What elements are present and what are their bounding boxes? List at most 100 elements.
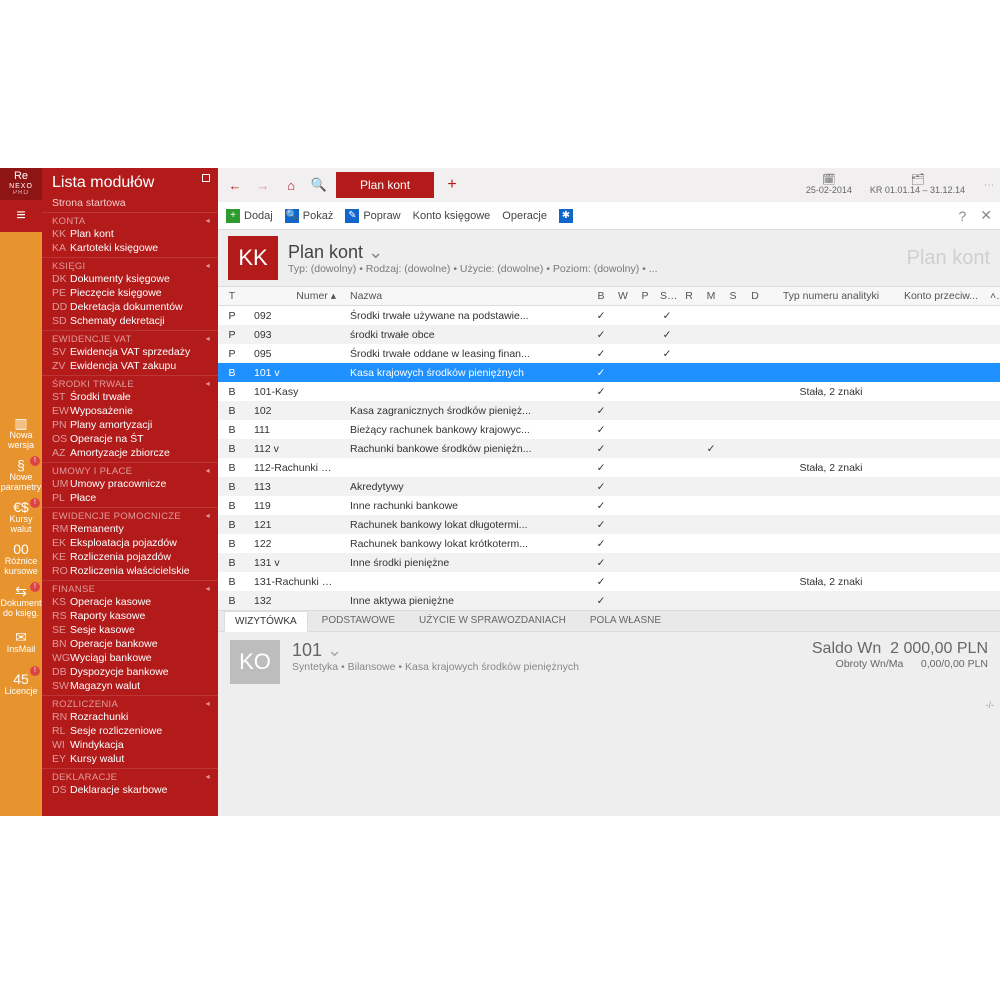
sidebar-item[interactable]: EWWyposażenie	[42, 404, 218, 418]
detail-tab[interactable]: UŻYCIE W SPRAWOZDANIACH	[409, 611, 576, 631]
sidebar-item[interactable]: RLSesje rozliczeniowe	[42, 724, 218, 738]
grid-body[interactable]: P092Środki trwałe używane na podstawie..…	[218, 306, 1000, 610]
sidebar-item[interactable]: DKDokumenty księgowe	[42, 272, 218, 286]
rail-item[interactable]: §Noweparametry!	[0, 454, 42, 496]
sidebar-section[interactable]: ŚRODKI TRWAŁE	[42, 375, 218, 390]
table-row[interactable]: P095Środki trwałe oddane w leasing finan…	[218, 344, 1000, 363]
nav-back-icon[interactable]: ←	[224, 174, 246, 196]
sidebar-item[interactable]: BNOperacje bankowe	[42, 637, 218, 651]
detail-sub: Syntetyka • Bilansowe • Kasa krajowych ś…	[292, 661, 800, 673]
table-row[interactable]: B119Inne rachunki bankowe✓	[218, 496, 1000, 515]
sidebar-item[interactable]: PNPlany amortyzacji	[42, 418, 218, 432]
nav-period[interactable]: 🗂KR 01.01.14 – 31.12.14	[870, 174, 965, 196]
btn-settings[interactable]: ✱	[559, 209, 573, 223]
sidebar-item[interactable]: RNRozrachunki	[42, 710, 218, 724]
table-row[interactable]: P092Środki trwałe używane na podstawie..…	[218, 306, 1000, 325]
btn-konto[interactable]: Konto księgowe	[413, 210, 491, 222]
sidebar-item[interactable]: UMUmowy pracownicze	[42, 477, 218, 491]
btn-edit[interactable]: ✎Popraw	[345, 209, 400, 223]
help-icon[interactable]: ?	[958, 208, 966, 224]
detail-tab[interactable]: POLA WŁASNE	[580, 611, 671, 631]
table-row[interactable]: P093środki trwałe obce✓✓	[218, 325, 1000, 344]
sidebar-item[interactable]: DSDeklaracje skarbowe	[42, 783, 218, 797]
sidebar-item[interactable]: SDSchematy dekretacji	[42, 314, 218, 328]
grid-header[interactable]: T Numer ▴ Nazwa B W P SD R M S D Typ num…	[218, 286, 1000, 306]
detail-tab[interactable]: PODSTAWOWE	[312, 611, 405, 631]
table-row[interactable]: B121Rachunek bankowy lokat długotermi...…	[218, 515, 1000, 534]
header-title[interactable]: Plan kont	[288, 242, 897, 263]
product-logo: Re NEXO PRO	[0, 168, 42, 200]
sidebar-item[interactable]: PLPłace	[42, 491, 218, 505]
sidebar-item[interactable]: SVEwidencja VAT sprzedaży	[42, 345, 218, 359]
sidebar-item[interactable]: ZVEwidencja VAT zakupu	[42, 359, 218, 373]
sidebar-section[interactable]: ROZLICZENIA	[42, 695, 218, 710]
sidebar-item[interactable]: KSOperacje kasowe	[42, 595, 218, 609]
sidebar-item[interactable]: AZAmortyzacje zbiorcze	[42, 446, 218, 460]
hamburger-icon[interactable]: ≡	[0, 200, 42, 232]
nav-home-icon[interactable]: ⌂	[280, 174, 302, 196]
table-row[interactable]: B 101-Kasy✓Stała, 2 znaki	[218, 382, 1000, 401]
sidebar-item[interactable]: RSRaporty kasowe	[42, 609, 218, 623]
toolbar: +Dodaj 🔍Pokaż ✎Popraw Konto księgowe Ope…	[218, 202, 1000, 230]
sidebar-item[interactable]: SWMagazyn walut	[42, 679, 218, 693]
sidebar-item[interactable]: SESesje kasowe	[42, 623, 218, 637]
sidebar-section[interactable]: FINANSE	[42, 580, 218, 595]
detail-badge: KO	[230, 640, 280, 684]
sidebar-item[interactable]: DDDekretacja dokumentów	[42, 300, 218, 314]
sidebar-item[interactable]: EKEksploatacja pojazdów	[42, 536, 218, 550]
sidebar-item[interactable]: OSOperacje na ŚT	[42, 432, 218, 446]
nav-forward-icon[interactable]: →	[252, 174, 274, 196]
sidebar-start[interactable]: Strona startowa	[42, 196, 218, 210]
sidebar-section[interactable]: KSIĘGI	[42, 257, 218, 272]
header-filters[interactable]: Typ: (dowolny) • Rodzaj: (dowolne) • Uży…	[288, 263, 897, 275]
table-row[interactable]: B 112-Rachunki bankowe✓Stała, 2 znaki	[218, 458, 1000, 477]
tab-add-icon[interactable]: +	[440, 176, 464, 194]
nav-bar: ← → ⌂ 🔍 Plan kont + 🗓25-02-2014 🗂KR 01.0…	[218, 168, 1000, 202]
sidebar-item[interactable]: KKPlan kont	[42, 227, 218, 241]
rail-item[interactable]: ⇆Dokumentdo księg.!	[0, 580, 42, 622]
sidebar-item[interactable]: RMRemanenty	[42, 522, 218, 536]
sidebar-item[interactable]: PEPieczęcie księgowe	[42, 286, 218, 300]
table-row[interactable]: B 131-Rachunki bankowe✓Stała, 2 znaki	[218, 572, 1000, 591]
sidebar-item[interactable]: DBDyspozycje bankowe	[42, 665, 218, 679]
detail-tab[interactable]: WIZYTÓWKA	[224, 611, 308, 632]
sidebar-item[interactable]: KAKartoteki księgowe	[42, 241, 218, 255]
rail-item[interactable]: 00Różnicekursowe	[0, 538, 42, 580]
sidebar-item[interactable]: EYKursy walut	[42, 752, 218, 766]
sidebar-section[interactable]: DEKLARACJE	[42, 768, 218, 783]
sidebar-item[interactable]: RORozliczenia właścicielskie	[42, 564, 218, 578]
detail-panel: KO 101 Syntetyka • Bilansowe • Kasa kraj…	[218, 632, 1000, 700]
btn-ops[interactable]: Operacje	[502, 210, 547, 222]
table-row[interactable]: B102Kasa zagranicznych środków pienięż..…	[218, 401, 1000, 420]
close-icon[interactable]: ✕	[980, 207, 992, 224]
sidebar-item[interactable]: WGWyciągi bankowe	[42, 651, 218, 665]
rail-item[interactable]: €$Kursywalut!	[0, 496, 42, 538]
sidebar-section[interactable]: EWIDENCJE POMOCNICZE	[42, 507, 218, 522]
table-row[interactable]: B131 vInne środki pieniężne✓	[218, 553, 1000, 572]
table-row[interactable]: B111Bieżący rachunek bankowy krajowyc...…	[218, 420, 1000, 439]
btn-add[interactable]: +Dodaj	[226, 209, 273, 223]
left-rail: Re NEXO PRO ≡ ▥Nowawersja§Noweparametry!…	[0, 168, 42, 816]
table-row[interactable]: B132Inne aktywa pieniężne✓	[218, 591, 1000, 610]
table-row[interactable]: B101 vKasa krajowych środków pieniężnych…	[218, 363, 1000, 382]
nav-more-icon[interactable]: ⋮	[983, 180, 994, 190]
rail-item[interactable]: ✉InsMail	[0, 622, 42, 664]
table-row[interactable]: B122Rachunek bankowy lokat krótkoterm...…	[218, 534, 1000, 553]
tab-active[interactable]: Plan kont	[336, 172, 434, 198]
table-row[interactable]: B113Akredytywy✓	[218, 477, 1000, 496]
rail-item[interactable]: ▥Nowawersja	[0, 412, 42, 454]
main-area: ← → ⌂ 🔍 Plan kont + 🗓25-02-2014 🗂KR 01.0…	[218, 168, 1000, 816]
scroll-up-icon[interactable]: ˄	[986, 287, 1000, 305]
sidebar-section[interactable]: KONTA	[42, 212, 218, 227]
sidebar-item[interactable]: WIWindykacja	[42, 738, 218, 752]
nav-date[interactable]: 🗓25-02-2014	[806, 174, 852, 196]
sidebar-section[interactable]: EWIDENCJE VAT	[42, 330, 218, 345]
sidebar-section[interactable]: UMOWY I PŁACE	[42, 462, 218, 477]
table-row[interactable]: B112 vRachunki bankowe środków pieniężn.…	[218, 439, 1000, 458]
nav-search-icon[interactable]: 🔍	[308, 174, 330, 196]
rail-item[interactable]: 45Licencje!	[0, 664, 42, 706]
sidebar-item[interactable]: STŚrodki trwałe	[42, 390, 218, 404]
btn-show[interactable]: 🔍Pokaż	[285, 209, 334, 223]
sidebar-item[interactable]: KERozliczenia pojazdów	[42, 550, 218, 564]
detail-title[interactable]: 101	[292, 640, 800, 661]
